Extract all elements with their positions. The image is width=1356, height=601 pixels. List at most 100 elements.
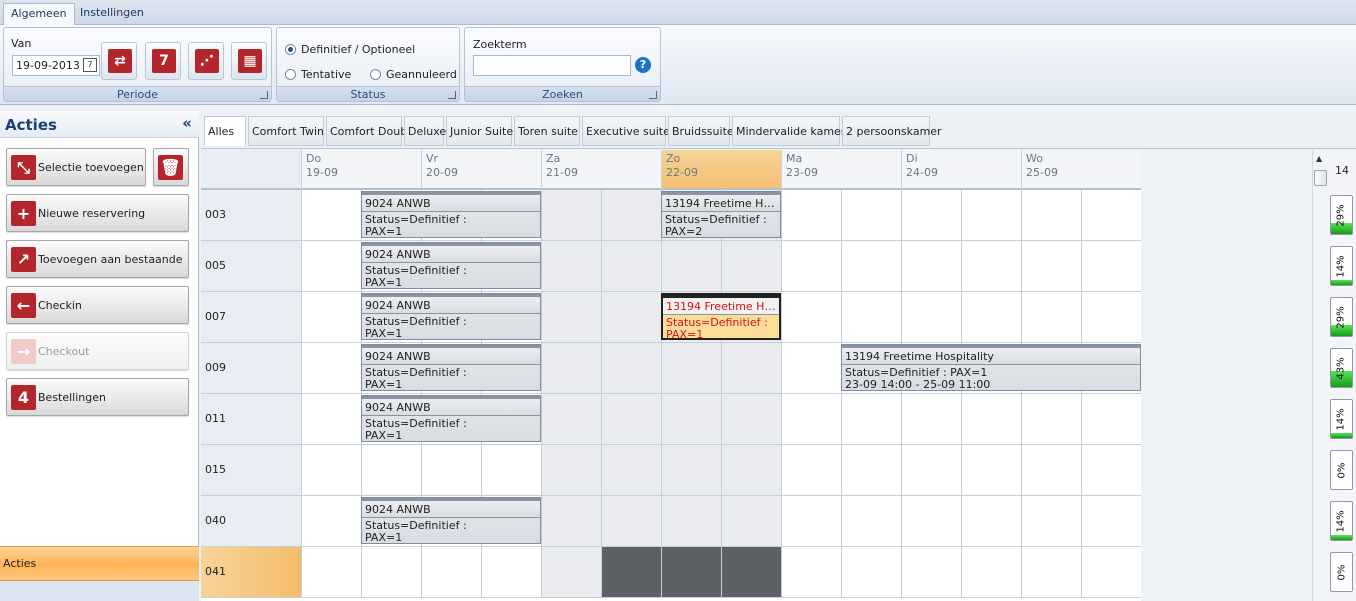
booking-block[interactable]: 9024 ANWB Status=Definitief : PAX=1 — [361, 191, 541, 238]
bestellingen-button[interactable]: 4 Bestellingen — [6, 378, 189, 416]
vertical-scrollbar[interactable]: ▲ — [1312, 150, 1328, 601]
sidebar-footer-tab[interactable]: Acties — [0, 546, 199, 581]
sidebar-header: Acties « — [0, 111, 199, 138]
room-header-005[interactable]: 005 — [201, 241, 301, 292]
tab-2-persoonskamer[interactable]: 2 persoonskamer — [842, 116, 942, 146]
room-header-003[interactable]: 003 — [201, 190, 301, 241]
half-day-divider — [721, 190, 722, 598]
booking-title: 13194 Freetime Hos... — [663, 295, 779, 315]
tab-deluxe[interactable]: Deluxe — [404, 116, 446, 146]
half-day-divider — [961, 190, 962, 598]
occupancy-percent-wrap: 43% — [1331, 349, 1352, 387]
radio-tentative[interactable] — [285, 69, 296, 80]
occupancy-panel: 14 29% 14% 29% 43% 14% 0% 14% 0% — [1328, 150, 1356, 601]
booking-block[interactable]: 9024 ANWB Status=Definitief : PAX=1 — [361, 242, 541, 289]
refresh-button[interactable]: ⇄ — [101, 42, 137, 80]
booking-block[interactable]: 9024 ANWB Status=Definitief : PAX=1 — [361, 293, 541, 340]
room-header-011[interactable]: 011 — [201, 394, 301, 445]
grid-button[interactable]: ▦ — [231, 42, 267, 80]
tab-mindervalide-kamer[interactable]: Mindervalide kamer — [732, 116, 845, 146]
booking-block[interactable]: 13194 Freetime Hospitality Status=Definit… — [841, 344, 1141, 391]
tab-executive-suite[interactable]: Executive suite — [582, 116, 670, 146]
help-icon[interactable]: ? — [635, 57, 651, 73]
week-button[interactable]: 7 — [145, 42, 181, 80]
arrow-up-right-icon: ↗ — [11, 247, 36, 272]
calendar-icon[interactable]: 7 — [83, 58, 97, 72]
day-header-wo[interactable]: Wo 25-09 — [1021, 150, 1141, 190]
grid-cell[interactable] — [601, 547, 661, 598]
booking-title: 9024 ANWB — [362, 294, 540, 314]
room-header-040[interactable]: 040 — [201, 496, 301, 547]
occupancy-percent-wrap: 0% — [1331, 553, 1352, 591]
zoekterm-label: Zoekterm — [473, 38, 527, 51]
day-header-do[interactable]: Do 19-09 — [301, 150, 421, 190]
half-day-divider — [841, 190, 842, 598]
selectie-toevoegen-button[interactable]: ⤡ Selectie toevoegen — [6, 148, 146, 186]
checkout-button[interactable]: → Checkout — [6, 332, 189, 370]
occupancy-percent: 14% — [1336, 407, 1348, 431]
checkin-button[interactable]: ← Checkin — [6, 286, 189, 324]
room-header-009[interactable]: 009 — [201, 343, 301, 394]
booking-block[interactable]: 9024 ANWB Status=Definitief : PAX=1 — [361, 497, 541, 544]
room-header-015[interactable]: 015 — [201, 445, 301, 496]
room-type-tabs: Alles Comfort Twin Comfort Double Deluxe Jun… — [201, 111, 1356, 149]
occupancy-count: 14 — [1335, 164, 1349, 177]
booking-block[interactable]: 9024 ANWB Status=Definitief : PAX=1 — [361, 395, 541, 442]
day-date: 21-09 — [546, 166, 578, 179]
search-input[interactable] — [473, 55, 631, 76]
scroll-thumb[interactable] — [1314, 170, 1327, 186]
status-launcher-icon[interactable]: . — [448, 91, 456, 99]
occupancy-bar: 0% — [1330, 552, 1353, 592]
tab-junior-suite[interactable]: Junior Suite — [446, 116, 513, 146]
occupancy-percent-wrap: 29% — [1331, 298, 1352, 336]
date-input[interactable]: 19-09-2013 7 — [12, 55, 100, 76]
bestellingen-label: Bestellingen — [38, 391, 106, 404]
booking-status: Status=Definitief : PAX=1 — [663, 315, 779, 340]
occupancy-percent: 14% — [1336, 509, 1348, 533]
scroll-up-icon[interactable]: ▲ — [1316, 154, 1322, 163]
periode-launcher-icon[interactable]: . — [260, 91, 268, 99]
occupancy-percent-wrap: 0% — [1331, 451, 1352, 489]
radio-geannuleerd[interactable] — [370, 69, 381, 80]
radio-definitief[interactable] — [285, 44, 296, 55]
toevoegen-aan-bestaande-label: Toevoegen aan bestaande — [38, 253, 183, 266]
tab-algemeen[interactable]: Algemeen — [3, 3, 75, 25]
zoeken-launcher-icon[interactable]: . — [649, 91, 657, 99]
tab-instellingen[interactable]: Instellingen — [73, 3, 151, 25]
day-header-zo[interactable]: Zo 22-09 — [661, 150, 781, 190]
toevoegen-aan-bestaande-button[interactable]: ↗ Toevoegen aan bestaande — [6, 240, 189, 278]
day-header-za[interactable]: Za 21-09 — [541, 150, 661, 190]
tab-comfort-double[interactable]: Comfort Double — [326, 116, 417, 146]
nieuwe-reservering-button[interactable]: + Nieuwe reservering — [6, 194, 189, 232]
day-name: Zo — [666, 152, 681, 165]
occupancy-percent: 43% — [1336, 356, 1348, 380]
occupancy-percent-wrap: 29% — [1331, 196, 1352, 234]
trash-icon: 🗑 — [158, 155, 183, 180]
booking-block[interactable]: 13194 Freetime Hos... Status=Definitief :… — [661, 191, 781, 238]
collapse-icon[interactable]: « — [182, 114, 192, 132]
booking-block[interactable]: 9024 ANWB Status=Definitief : PAX=1 — [361, 344, 541, 391]
month-button[interactable]: ⋰ — [188, 42, 224, 80]
booking-block[interactable]: 13194 Freetime Hos... Status=Definitief :… — [661, 293, 781, 340]
selectie-toevoegen-label: Selectie toevoegen — [38, 161, 144, 174]
checkout-label: Checkout — [38, 345, 90, 358]
day-header-ma[interactable]: Ma 23-09 — [781, 150, 901, 190]
tab-comfort-twin[interactable]: Comfort Twin — [248, 116, 324, 146]
tab-bruidssuite[interactable]: Bruidssuite — [668, 116, 734, 146]
delete-button[interactable]: 🗑 — [153, 148, 189, 186]
tab-toren-suite[interactable]: Toren suite — [514, 116, 580, 146]
booking-status: Status=Definitief : PAX=1 — [362, 365, 540, 391]
day-header-di[interactable]: Di 24-09 — [901, 150, 1021, 190]
room-header-007[interactable]: 007 — [201, 292, 301, 343]
occupancy-bar: 29% — [1330, 297, 1353, 337]
day-header-vr[interactable]: Vr 20-09 — [421, 150, 541, 190]
room-header-041[interactable]: 041 — [201, 547, 301, 598]
day-name: Za — [546, 152, 561, 165]
tab-alles[interactable]: Alles — [204, 116, 246, 146]
booking-line: PAX=1 — [666, 328, 704, 340]
grid-corner — [201, 150, 301, 190]
occupancy-percent: 0% — [1336, 564, 1347, 580]
occupancy-bar: 14% — [1330, 399, 1353, 439]
status-group-label: Status — [277, 86, 459, 101]
nieuwe-reservering-label: Nieuwe reservering — [38, 207, 146, 220]
